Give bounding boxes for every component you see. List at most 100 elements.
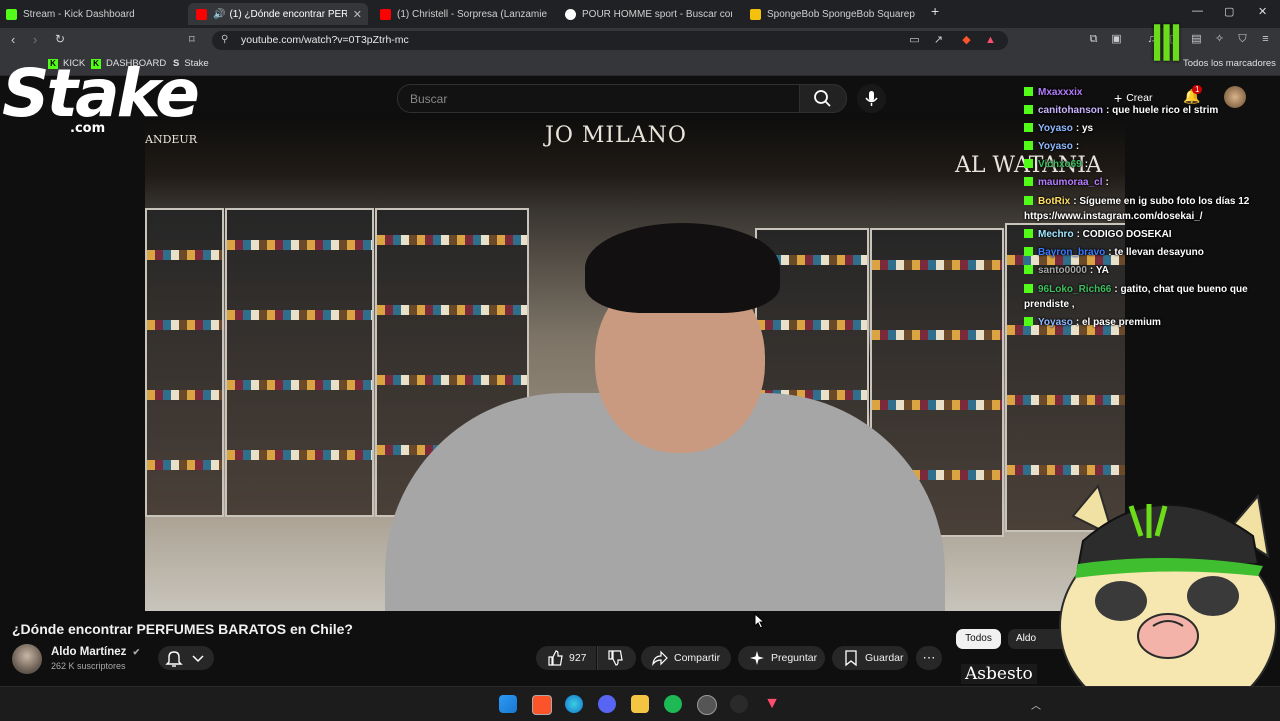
tab-youtube-video[interactable]: 🔊 (1) ¿Dónde encontrar PERFUMES BARATOS …	[188, 3, 368, 25]
windows-start-icon[interactable]	[499, 695, 517, 713]
kick-badge-icon	[1024, 317, 1033, 326]
brave-rewards-icon[interactable]: ▼	[763, 695, 781, 713]
chat-message: Bayron_bravo: te llevan desayuno	[1024, 244, 1254, 262]
tab-search-icon[interactable]: ▤	[1190, 33, 1203, 46]
tray-chevron-icon[interactable]: ︿	[1031, 697, 1041, 712]
subscription-notify-button[interactable]	[158, 646, 214, 670]
bookmark-save-icon	[845, 650, 857, 667]
thumbs-up-icon	[548, 650, 563, 666]
vpn-icon[interactable]: ⛉	[1236, 33, 1249, 46]
chip-all[interactable]: Todos	[956, 629, 1001, 649]
kick-badge-icon	[1024, 247, 1033, 256]
kick-badge-icon	[1024, 141, 1033, 150]
app-icon[interactable]	[730, 695, 748, 713]
chat-username: Bayron_bravo	[1038, 247, 1106, 258]
chat-username: Yoyaso	[1038, 141, 1073, 152]
chat-message: Mechro: CODIGO DOSEKAI	[1024, 226, 1254, 244]
chat-message: Yoyaso: el pase premium	[1024, 314, 1254, 332]
chat-username: santo0000	[1038, 265, 1087, 276]
leo-ai-icon[interactable]: ✧	[1213, 33, 1226, 46]
reader-icon[interactable]: ▣	[1110, 33, 1123, 46]
microphone-icon	[865, 91, 878, 106]
tab-label: POUR HOMME sport - Buscar con Google	[582, 8, 732, 20]
channel-avatar[interactable]	[12, 644, 42, 674]
chat-text: : te llevan desayuno	[1108, 247, 1204, 258]
back-icon[interactable]: ‹	[11, 32, 15, 47]
tab-label: SpongeBob SpongeBob Squarepants	[767, 8, 915, 20]
tab-spongebob[interactable]: SpongeBob SpongeBob Squarepants	[750, 3, 920, 25]
obs-icon[interactable]	[697, 695, 717, 715]
chat-username: BotRix	[1038, 196, 1071, 207]
file-explorer-icon[interactable]	[631, 695, 649, 713]
address-bar[interactable]: ⚲ youtube.com/watch?v=0T3pZtrh-mc ▭ ↗ ◆ …	[212, 31, 1008, 50]
mouse-cursor	[754, 613, 766, 629]
share-icon[interactable]: ↗	[932, 34, 945, 47]
search-button[interactable]	[799, 84, 847, 113]
store-sign: ANDEUR	[145, 133, 197, 146]
voice-search-button[interactable]	[857, 84, 886, 113]
video-title: ¿Dónde encontrar PERFUMES BARATOS en Chi…	[12, 621, 353, 637]
close-tab-icon[interactable]: ✕	[347, 8, 368, 21]
chat-username: Mechro	[1038, 229, 1074, 240]
video-player[interactable]: JO MILANO AL WATANIA ANDEUR	[145, 113, 1125, 611]
chat-username: Yoyaso	[1038, 123, 1073, 134]
kick-icon	[6, 8, 17, 20]
google-icon	[565, 8, 576, 20]
maximize-icon[interactable]: ▢	[1224, 5, 1234, 18]
edge-browser-icon[interactable]	[565, 695, 583, 713]
url-text: youtube.com/watch?v=0T3pZtrh-mc	[241, 34, 409, 46]
site-info-icon[interactable]: ⚲	[221, 34, 228, 45]
like-button[interactable]: 927	[536, 646, 596, 670]
chat-text: :	[1105, 177, 1109, 188]
browser-toolbar: ‹ › ↻ ⌑ ⚲ youtube.com/watch?v=0T3pZtrh-m…	[0, 28, 1280, 52]
perfume-shelf	[145, 208, 224, 517]
chat-text: : YA	[1089, 265, 1109, 276]
minimize-icon[interactable]: —	[1192, 5, 1203, 17]
share-label: Compartir	[674, 652, 721, 664]
save-label: Guardar	[865, 652, 904, 664]
brave-browser-icon[interactable]	[532, 695, 552, 715]
streamer-name-label: Asbesto	[961, 664, 1037, 684]
chat-username: maumoraa_cl	[1038, 177, 1103, 188]
spotify-icon[interactable]	[664, 695, 682, 713]
chat-username: Vichxo69	[1038, 159, 1082, 170]
cat-avatar-overlay	[1059, 483, 1277, 720]
tab-youtube-christell[interactable]: (1) Christell - Sorpresa (Lanzamiento)	[380, 3, 555, 25]
new-tab-icon[interactable]: +	[931, 3, 939, 19]
menu-icon[interactable]: ≡	[1259, 33, 1272, 46]
bookmark-page-icon[interactable]: ⌑	[189, 33, 195, 46]
cast-icon[interactable]: ▭	[908, 34, 921, 47]
person-hair	[585, 223, 780, 313]
verified-icon: ✔	[132, 647, 141, 657]
browser-tab-strip: Stream - Kick Dashboard 🔊 (1) ¿Dónde enc…	[0, 0, 1280, 28]
tab-kick-dashboard[interactable]: Stream - Kick Dashboard	[6, 3, 186, 25]
forward-icon[interactable]: ›	[33, 32, 37, 47]
more-actions-button[interactable]: ⋯	[916, 646, 942, 670]
tab-google-search[interactable]: POUR HOMME sport - Buscar con Google	[565, 3, 740, 25]
chat-message: Vichxo69:	[1024, 156, 1254, 174]
chat-username: canitohanson	[1038, 105, 1104, 116]
monster-energy-logo: Ⅲ	[1150, 18, 1184, 71]
discord-icon[interactable]	[598, 695, 616, 713]
brave-rewards-icon[interactable]: ▲	[984, 34, 997, 47]
stake-logo-domain: .com	[70, 121, 106, 136]
dislike-button[interactable]	[597, 646, 636, 670]
all-bookmarks-folder[interactable]: Todos los marcadores	[1183, 58, 1276, 69]
channel-name[interactable]: Aldo Martínez ✔	[51, 646, 140, 658]
search-icon	[814, 90, 831, 107]
all-bookmarks-label: Todos los marcadores	[1183, 58, 1276, 69]
extensions-icon[interactable]: ⧉	[1087, 33, 1100, 46]
brave-shield-icon[interactable]: ◆	[960, 34, 973, 47]
kick-badge-icon	[1024, 229, 1033, 238]
search-input[interactable]: Buscar	[397, 84, 801, 113]
chat-message: BotRix: Sígueme en ig subo foto los días…	[1024, 194, 1254, 224]
chat-message: canitohanson: que huele rico el strim	[1024, 102, 1254, 120]
reload-icon[interactable]: ↻	[55, 32, 65, 46]
ask-button[interactable]: Preguntar	[738, 646, 825, 670]
kick-badge-icon	[1024, 105, 1033, 114]
save-button[interactable]: Guardar	[832, 646, 908, 670]
kick-badge-icon	[1024, 196, 1033, 205]
share-button[interactable]: Compartir	[641, 646, 731, 670]
sparkle-icon	[750, 651, 764, 665]
close-window-icon[interactable]: ✕	[1258, 5, 1267, 18]
